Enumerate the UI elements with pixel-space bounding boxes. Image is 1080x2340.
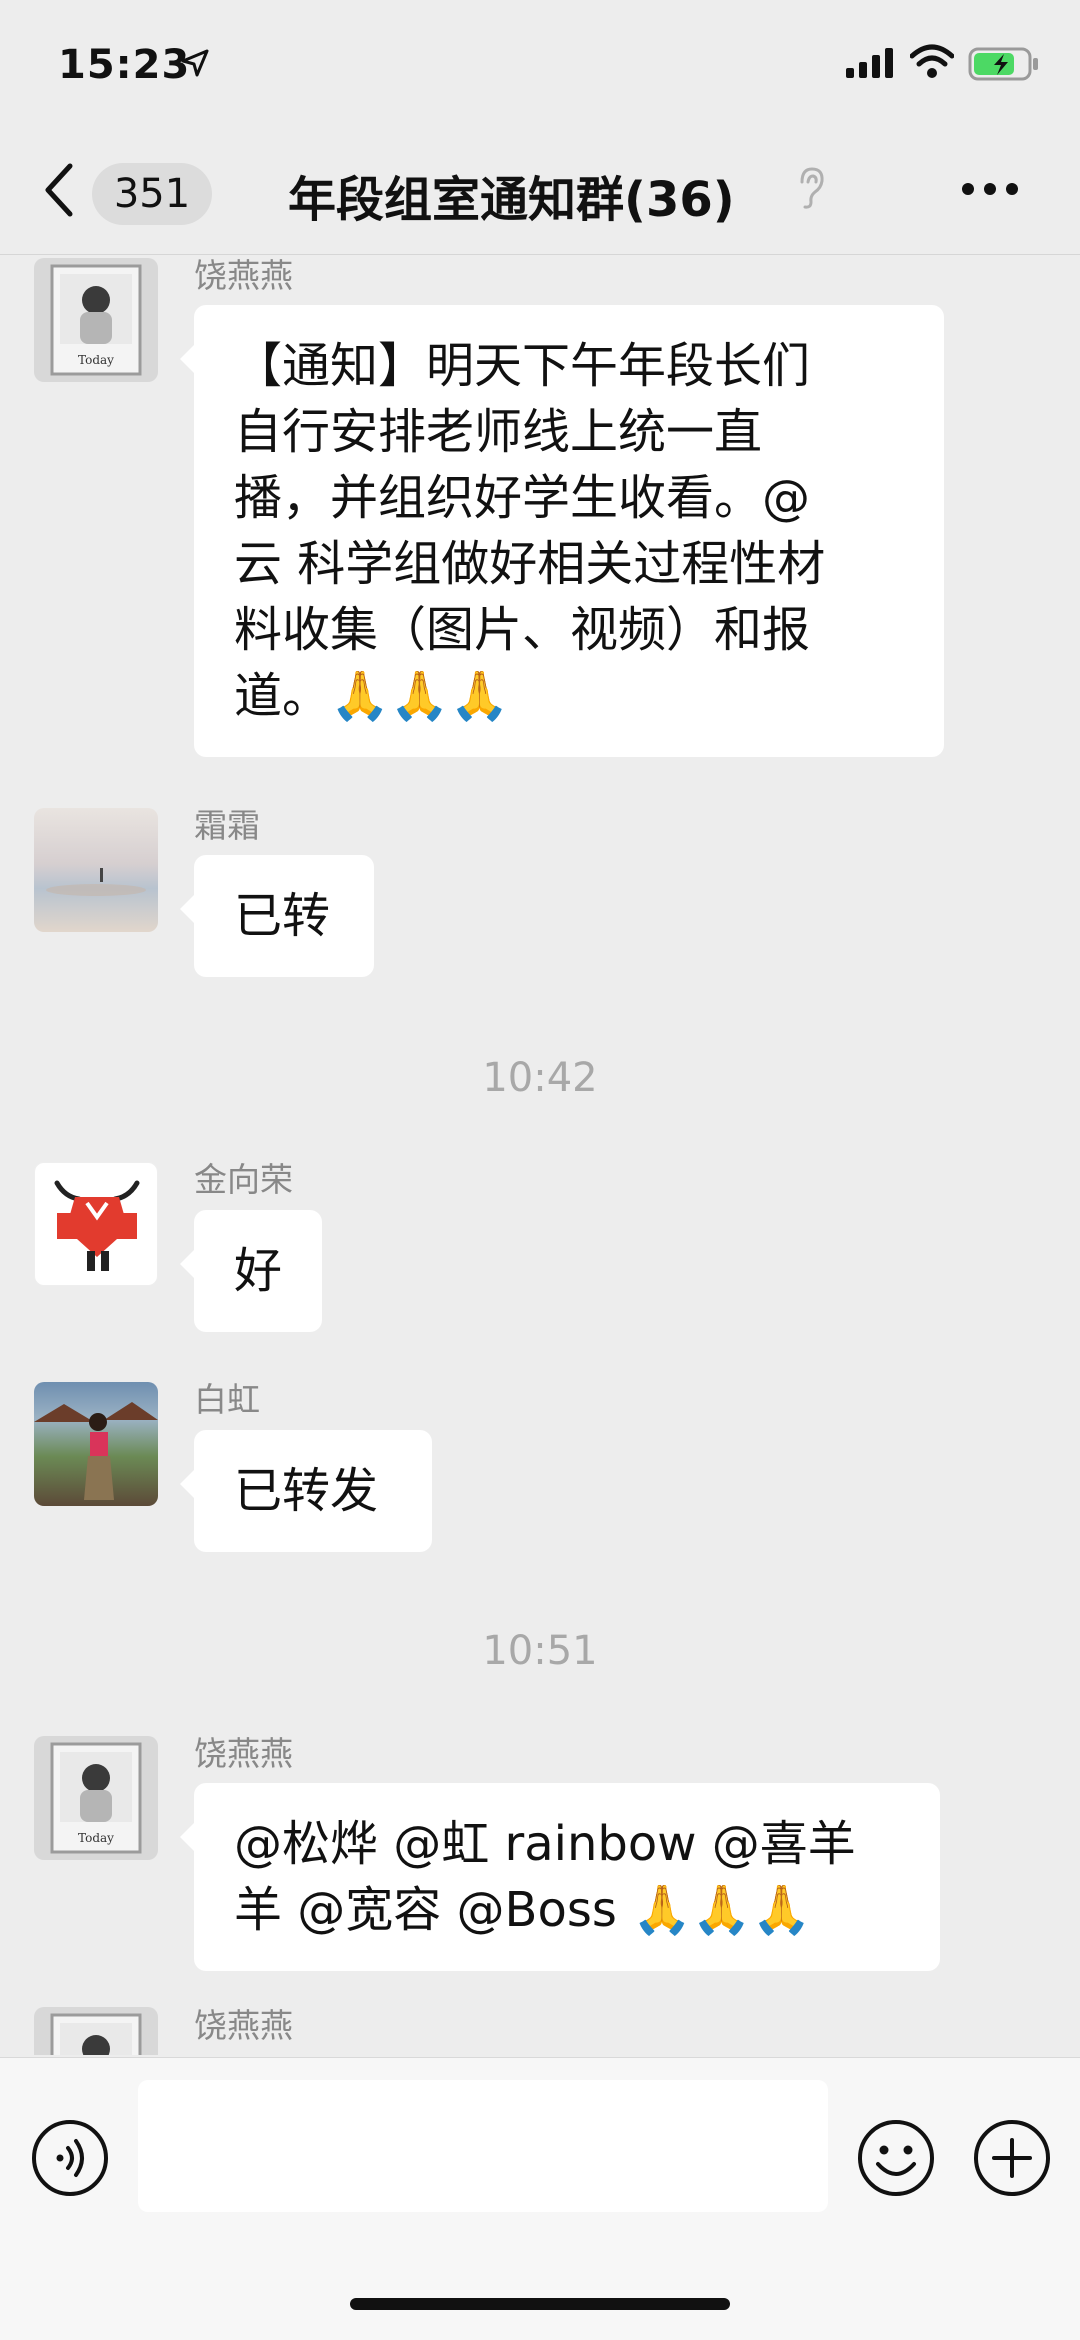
timestamp: 10:42 bbox=[482, 1055, 598, 1101]
location-arrow-icon bbox=[181, 49, 209, 77]
message-text: 好 bbox=[234, 1243, 283, 1299]
home-indicator[interactable] bbox=[350, 2298, 730, 2310]
avatar[interactable] bbox=[34, 1162, 158, 1286]
message-text: @松烨 @虹 rainbow @喜羊 羊 @宽容 @Boss 🙏🙏🙏 bbox=[234, 1816, 856, 1938]
svg-text:Today: Today bbox=[78, 353, 114, 367]
sender-name: 白虹 bbox=[194, 1380, 260, 1419]
avatar[interactable]: Today bbox=[34, 258, 158, 382]
voice-icon[interactable] bbox=[30, 2118, 110, 2198]
timestamp: 10:51 bbox=[482, 1628, 598, 1674]
message-bubble[interactable]: 好 bbox=[180, 1210, 322, 1332]
sender-name: 霜霜 bbox=[194, 806, 260, 845]
status-time: 15:23 bbox=[58, 42, 191, 88]
message-text: 已转 bbox=[234, 888, 331, 944]
chat-messages[interactable]: Today 饶燕燕 【通知】明天下午年段长们 自行安排老师线上统一直 播，并组织… bbox=[0, 255, 1080, 2055]
sender-name: 饶燕燕 bbox=[194, 2006, 293, 2045]
plus-icon[interactable] bbox=[972, 2118, 1052, 2198]
battery-icon bbox=[968, 47, 1038, 81]
emoji-icon[interactable] bbox=[856, 2118, 936, 2198]
status-bar: 15:23 bbox=[0, 0, 1080, 130]
unread-count-badge[interactable]: 351 bbox=[92, 163, 212, 225]
avatar[interactable] bbox=[34, 808, 158, 932]
more-icon[interactable] bbox=[962, 180, 1028, 199]
chat-title: 年段组室通知群(36) bbox=[288, 172, 735, 228]
message-text: 已转发 bbox=[234, 1463, 379, 1519]
back-icon[interactable] bbox=[40, 160, 80, 220]
signal-icon bbox=[846, 48, 893, 78]
ear-icon bbox=[800, 167, 824, 209]
message-bubble[interactable]: 已转 bbox=[180, 855, 374, 977]
svg-text:Today: Today bbox=[78, 1831, 114, 1845]
sender-name: 饶燕燕 bbox=[194, 1734, 293, 1773]
avatar[interactable]: Today bbox=[34, 1736, 158, 1860]
avatar[interactable] bbox=[34, 2007, 158, 2055]
message-bubble[interactable]: @松烨 @虹 rainbow @喜羊 羊 @宽容 @Boss 🙏🙏🙏 bbox=[180, 1783, 940, 1971]
sender-name: 饶燕燕 bbox=[194, 256, 293, 295]
nav-bar: 351 年段组室通知群(36) bbox=[0, 130, 1080, 255]
avatar[interactable] bbox=[34, 1382, 158, 1506]
message-bubble[interactable]: 已转发 bbox=[180, 1430, 432, 1552]
sender-name: 金向荣 bbox=[194, 1160, 293, 1199]
message-bubble[interactable]: 【通知】明天下午年段长们 自行安排老师线上统一直 播，并组织好学生收看。@ 云 … bbox=[180, 305, 944, 757]
message-text: 【通知】明天下午年段长们 自行安排老师线上统一直 播，并组织好学生收看。@ 云 … bbox=[234, 338, 826, 724]
message-input[interactable] bbox=[138, 2080, 828, 2212]
wifi-icon bbox=[910, 44, 954, 78]
